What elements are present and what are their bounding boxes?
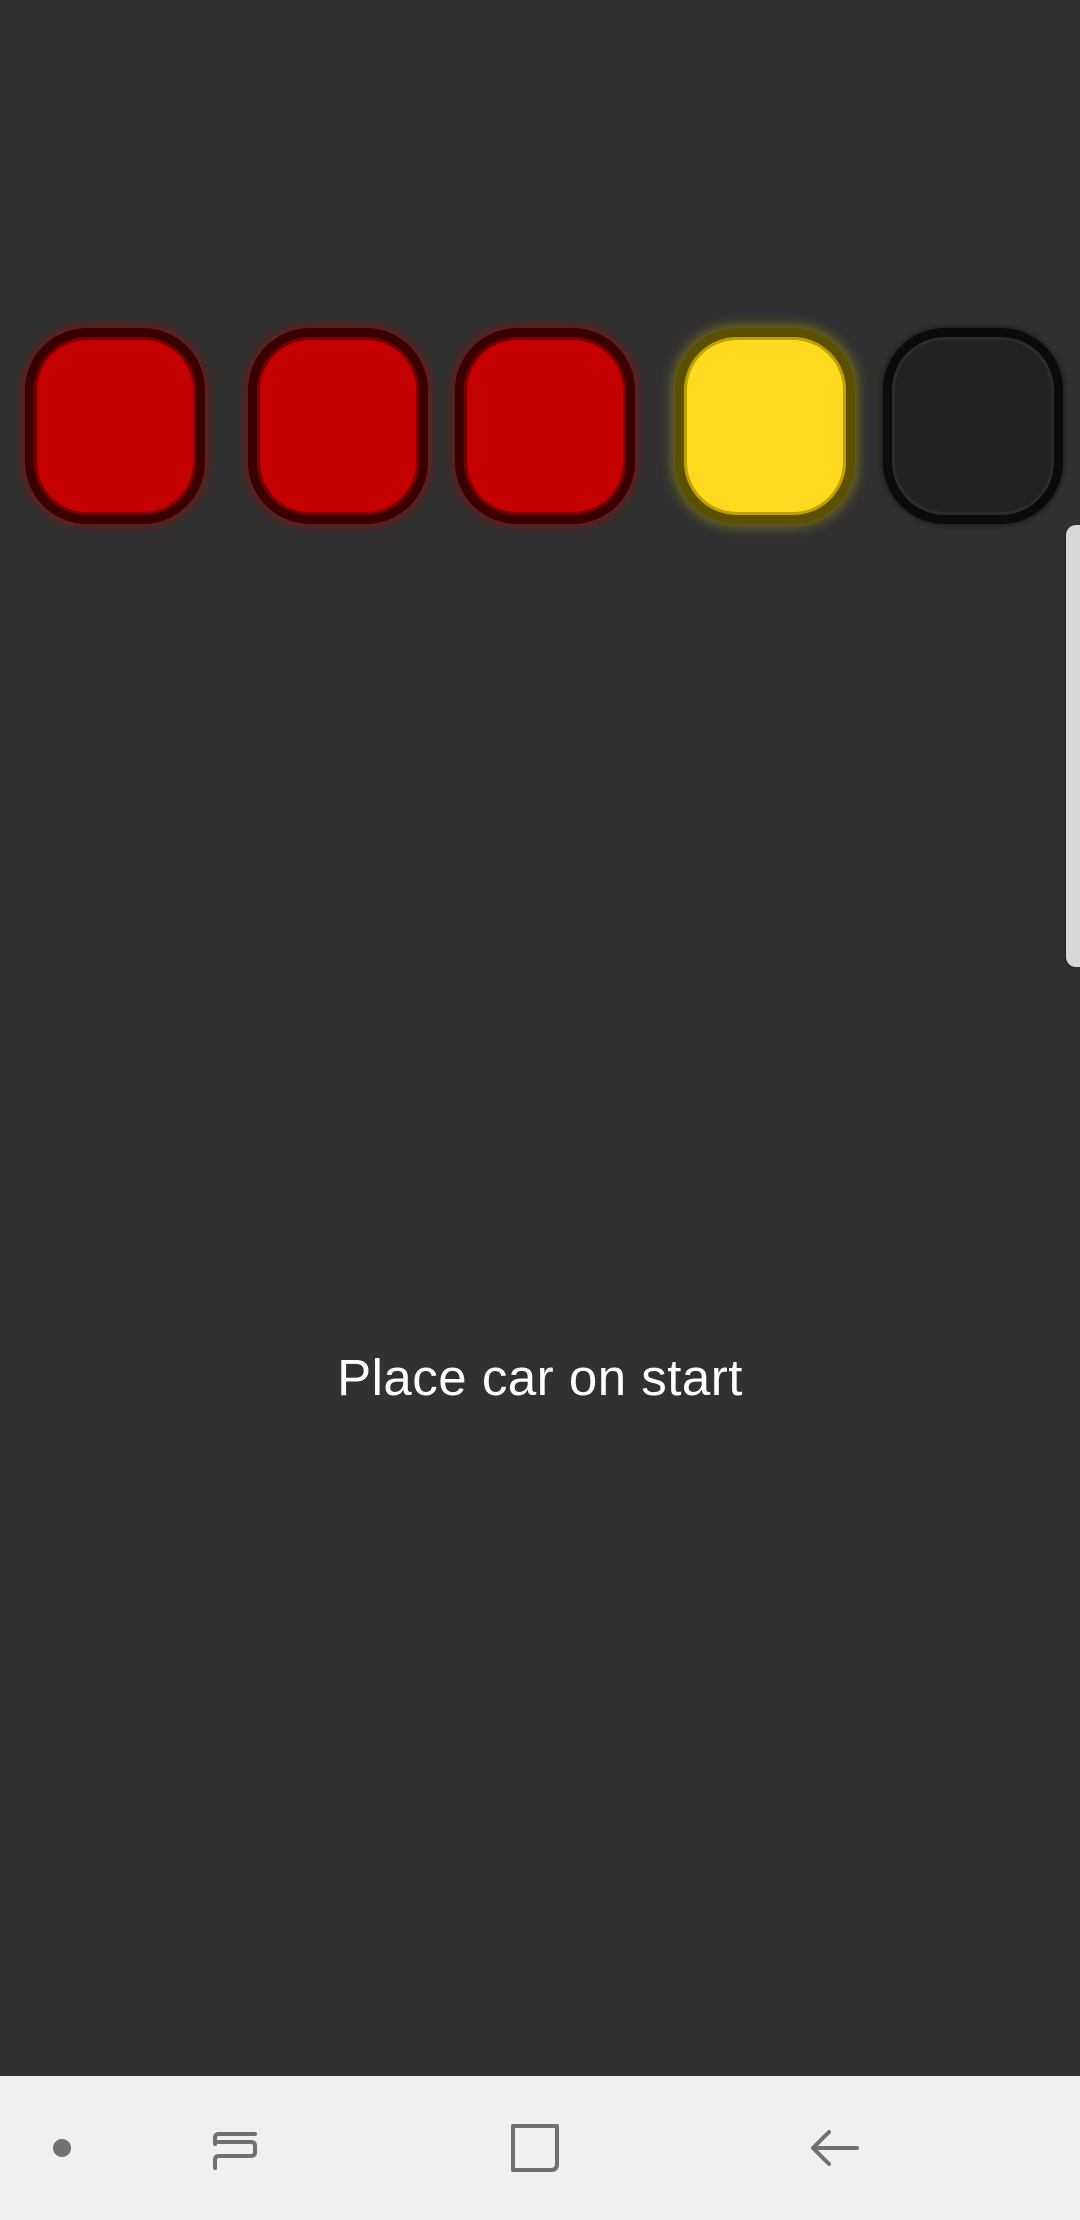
navigation-bar [0, 2076, 1080, 2220]
app-screen: Place car on start [0, 0, 1080, 2220]
start-light-2 [248, 328, 428, 524]
start-lights [0, 328, 1080, 524]
start-light-1 [25, 328, 205, 524]
recent-apps-button[interactable] [190, 2076, 280, 2220]
back-button[interactable] [790, 2076, 880, 2220]
start-light-5 [883, 328, 1063, 524]
home-button[interactable] [490, 2076, 580, 2220]
start-light-3 [455, 328, 635, 524]
recent-apps-icon [213, 2132, 257, 2170]
status-message: Place car on start [337, 1349, 743, 1406]
dot-icon [53, 2139, 71, 2157]
nav-dot-button[interactable] [30, 2076, 94, 2220]
start-light-4 [675, 328, 855, 524]
back-arrow-icon [811, 2130, 859, 2166]
edge-panel-handle[interactable] [1066, 525, 1080, 967]
home-icon [511, 2124, 559, 2172]
